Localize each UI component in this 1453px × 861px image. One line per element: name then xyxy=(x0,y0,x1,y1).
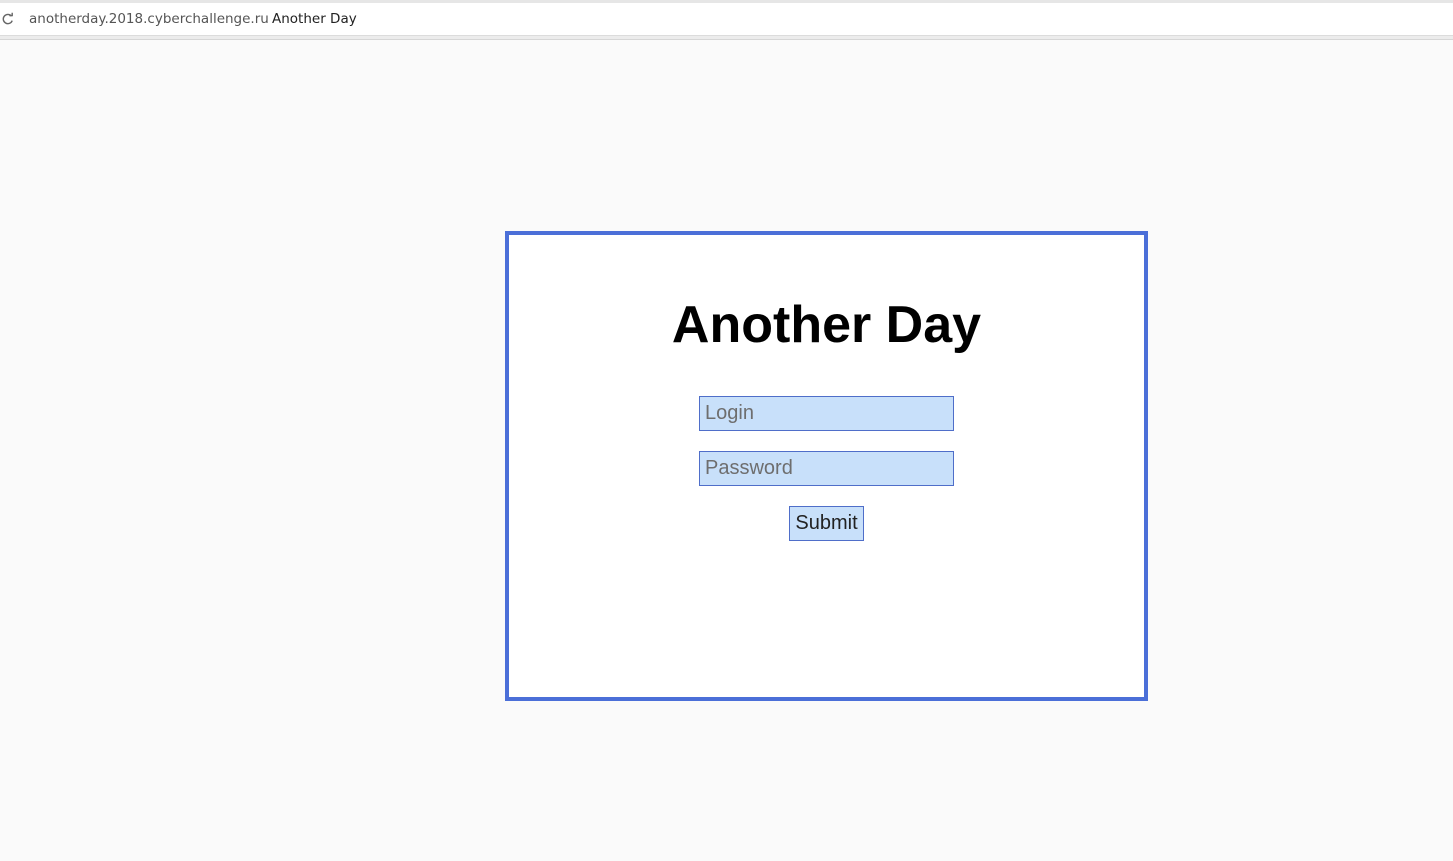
login-card: Another Day Submit xyxy=(505,231,1148,701)
submit-button[interactable]: Submit xyxy=(789,506,864,541)
password-input[interactable] xyxy=(699,451,954,486)
toolbar-divider xyxy=(0,36,1453,40)
browser-address-bar: anotherday.2018.cyberchallenge.ru Anothe… xyxy=(0,0,1453,36)
login-input[interactable] xyxy=(699,396,954,431)
reload-icon[interactable] xyxy=(1,12,15,26)
page-title: Another Day xyxy=(671,296,982,354)
address-url[interactable]: anotherday.2018.cyberchallenge.ru xyxy=(29,11,269,27)
page-title-label: Another Day xyxy=(272,11,357,27)
